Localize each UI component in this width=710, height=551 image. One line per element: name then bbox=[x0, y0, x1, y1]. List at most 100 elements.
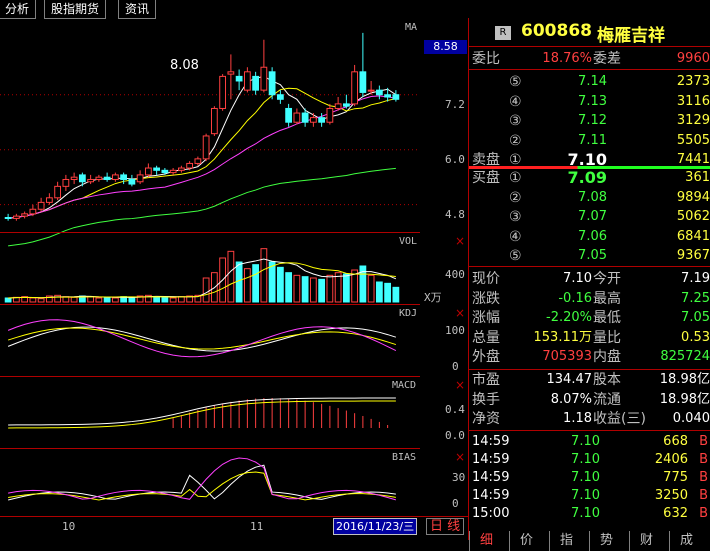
ask-price: 7.14 bbox=[578, 74, 607, 89]
tick-row: 15:00 7.10 632 B bbox=[469, 504, 710, 524]
stat-value: 825724 bbox=[660, 349, 710, 365]
bottom-tab[interactable]: 成 bbox=[669, 531, 703, 551]
level-icon: ③ bbox=[509, 113, 522, 129]
candle-body bbox=[29, 208, 37, 215]
stat-label: 量比 bbox=[593, 329, 621, 346]
bid-row[interactable]: ④ 7.06 6841 bbox=[469, 227, 710, 247]
candle-body bbox=[153, 167, 161, 171]
stat-label: 最低 bbox=[593, 310, 621, 327]
bid-price: 7.08 bbox=[578, 189, 607, 205]
fund-label: 换手 bbox=[472, 391, 500, 408]
candle-body bbox=[359, 71, 367, 93]
tab-analysis[interactable]: 分析 bbox=[0, 0, 37, 19]
candle-body bbox=[276, 94, 284, 100]
stat-value: 705393 bbox=[542, 349, 592, 365]
kdj-line bbox=[7, 327, 397, 350]
divider bbox=[469, 69, 710, 70]
volume-bar bbox=[392, 286, 400, 303]
volume-bar bbox=[70, 296, 78, 303]
tick-price: 7.10 bbox=[571, 470, 600, 485]
kline-chart-area[interactable]: MA 8.58 7.2 6.0 4.8 8.08 VOL × 400 X万 KD… bbox=[0, 18, 469, 540]
weibi-label: 委比 bbox=[472, 51, 500, 67]
volume-bar bbox=[29, 297, 37, 303]
bid-row[interactable]: ⑤ 7.05 9367 bbox=[469, 246, 710, 266]
close-icon[interactable]: × bbox=[455, 450, 465, 464]
candle-body bbox=[375, 89, 383, 96]
candle-body bbox=[301, 112, 309, 123]
close-icon[interactable]: × bbox=[455, 234, 465, 248]
candle-body bbox=[177, 167, 185, 171]
tick-row: 14:59 7.10 775 B bbox=[469, 468, 710, 488]
bid-row[interactable]: ③ 7.07 5062 bbox=[469, 207, 710, 227]
divider bbox=[469, 430, 710, 431]
tick-time: 14:59 bbox=[472, 434, 510, 449]
high-price-label: 8.08 bbox=[170, 58, 199, 73]
level-icon: ③ bbox=[509, 209, 522, 225]
tab-news[interactable]: 资讯 bbox=[118, 0, 157, 19]
ask-row[interactable]: ⑤ 7.14 2373 bbox=[469, 72, 710, 92]
tick-row: 14:59 7.10 2406 B bbox=[469, 450, 710, 470]
stat-label: 总量 bbox=[472, 329, 500, 346]
tick-price: 7.10 bbox=[571, 506, 600, 521]
tick-volume: 3250 bbox=[654, 488, 688, 503]
fund-value: 134.47 bbox=[546, 372, 593, 387]
candle-body bbox=[285, 107, 293, 123]
bid-volume: 9894 bbox=[676, 189, 710, 205]
pane-divider bbox=[0, 376, 420, 377]
ask-row[interactable]: ② 7.11 5505 bbox=[469, 131, 710, 151]
pane-divider bbox=[0, 304, 420, 305]
kdj-axis-label: 100 bbox=[445, 324, 465, 337]
stat-label: 涨幅 bbox=[472, 310, 500, 327]
candle-body bbox=[45, 197, 53, 203]
volume-bar bbox=[318, 278, 326, 303]
bid-price: 7.09 bbox=[567, 168, 607, 187]
volume-bar bbox=[268, 261, 276, 303]
buy-label: 买盘 bbox=[472, 170, 500, 186]
volume-bar bbox=[169, 297, 177, 303]
bias-line bbox=[8, 457, 397, 501]
stat-label: 现价 bbox=[472, 271, 500, 287]
candle-body bbox=[169, 169, 177, 174]
bid-row[interactable]: ② 7.08 9894 bbox=[469, 188, 710, 208]
bid-row[interactable]: 买盘 ① 7.09 361 bbox=[469, 168, 710, 188]
level-icon: ⑤ bbox=[509, 248, 522, 264]
tick-side: B bbox=[699, 434, 708, 449]
bid-price: 7.06 bbox=[578, 228, 607, 244]
stat-label: 外盘 bbox=[472, 349, 500, 366]
volume-bar bbox=[87, 296, 95, 303]
price-axis-label: 4.8 bbox=[445, 208, 465, 221]
bottom-tab-bar: 细价指势财成 bbox=[469, 531, 710, 551]
kdj-pane-title: KDJ bbox=[399, 308, 418, 319]
volume-bar bbox=[227, 250, 235, 303]
bottom-tab[interactable]: 细 bbox=[469, 531, 503, 551]
weicha-label: 委差 bbox=[593, 51, 621, 67]
bottom-tab[interactable]: 指 bbox=[549, 531, 583, 551]
candle-body bbox=[186, 162, 194, 169]
close-icon[interactable]: × bbox=[455, 378, 465, 392]
weibi-value: 18.76% bbox=[542, 51, 592, 66]
candle-body bbox=[62, 178, 70, 187]
bottom-tab[interactable]: 价 bbox=[509, 531, 543, 551]
candle-body bbox=[219, 75, 227, 109]
close-icon[interactable]: × bbox=[455, 306, 465, 320]
ask-row[interactable]: ③ 7.12 3129 bbox=[469, 111, 710, 131]
volume-bar bbox=[95, 297, 103, 303]
stat-value: 153.11万 bbox=[533, 329, 593, 345]
fund-value: 18.98亿 bbox=[659, 372, 710, 387]
pane-divider bbox=[0, 516, 468, 517]
ask-row[interactable]: ④ 7.13 3116 bbox=[469, 92, 710, 112]
volume-bar bbox=[252, 264, 260, 303]
current-price-box: 8.58 bbox=[424, 40, 467, 54]
tick-side: B bbox=[699, 470, 708, 485]
candle-body bbox=[87, 178, 95, 183]
bottom-tab[interactable]: 财 bbox=[629, 531, 663, 551]
stock-code: 600868 bbox=[521, 21, 592, 41]
tick-volume: 2406 bbox=[654, 452, 688, 467]
candle-body bbox=[227, 71, 235, 75]
period-selector[interactable]: 日 线 bbox=[426, 518, 465, 535]
bottom-tab[interactable]: 势 bbox=[589, 531, 623, 551]
volume-bar bbox=[301, 276, 309, 303]
divider bbox=[469, 46, 710, 47]
tab-index-futures[interactable]: 股指期货 bbox=[44, 0, 107, 19]
candle-body bbox=[384, 94, 392, 98]
